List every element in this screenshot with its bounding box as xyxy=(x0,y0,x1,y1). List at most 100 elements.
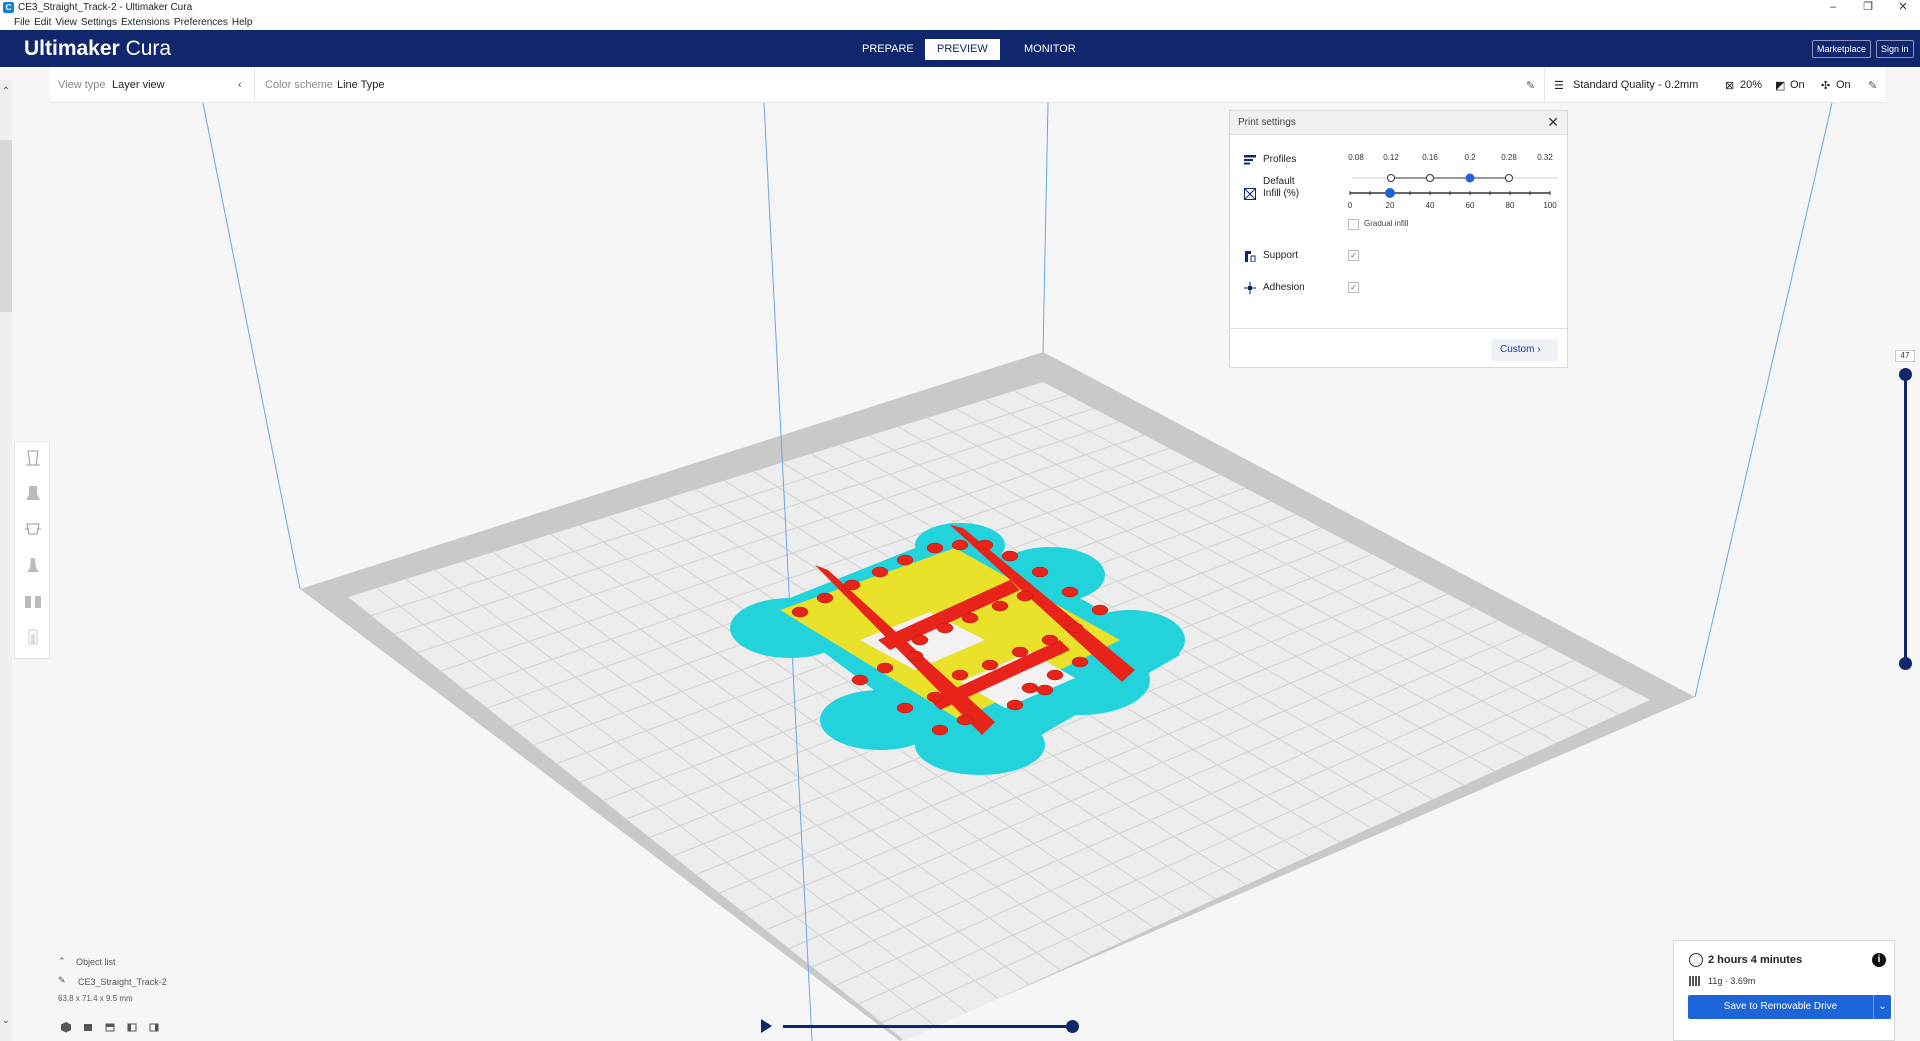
app-header: Ultimaker Cura PREPARE PREVIEW MONITOR M… xyxy=(0,30,1920,67)
view-3d-icon[interactable] xyxy=(60,1021,72,1033)
restore-button[interactable]: ❐ xyxy=(1853,0,1883,15)
save-to-removable-drive-button[interactable]: Save to Removable Drive xyxy=(1688,995,1873,1019)
close-window-button[interactable]: ✕ xyxy=(1888,0,1918,15)
simulation-handle[interactable] xyxy=(1066,1020,1079,1033)
minimize-button[interactable]: – xyxy=(1818,0,1848,15)
infill-value[interactable]: 20% xyxy=(1740,79,1762,91)
view-type-dropdown[interactable]: Layer view xyxy=(112,79,165,91)
model-bolt xyxy=(991,600,1009,612)
print-time: 2 hours 4 minutes xyxy=(1708,954,1803,966)
mirror-tool-icon[interactable] xyxy=(22,554,44,576)
support-icon xyxy=(1245,251,1256,262)
left-scrollbar[interactable]: ⌃ ⌄ xyxy=(0,80,12,1041)
model-bolt xyxy=(951,539,969,551)
object-list-header[interactable]: Object list xyxy=(76,957,116,967)
close-icon[interactable]: ✕ xyxy=(1547,114,1559,131)
clock-icon xyxy=(1689,953,1703,967)
print-settings-header: Print settings ✕ xyxy=(1230,111,1567,135)
adhesion-value[interactable]: On xyxy=(1836,79,1851,91)
color-scheme-label: Color scheme xyxy=(265,79,333,91)
support-blocker-icon[interactable] xyxy=(22,626,44,648)
view-front-icon[interactable] xyxy=(82,1021,94,1033)
settings-pencil-icon[interactable]: ✎ xyxy=(1868,79,1877,92)
profile-slider[interactable] xyxy=(1350,171,1560,185)
build-volume-edge xyxy=(1042,103,1049,353)
cura-app-icon: C xyxy=(3,2,14,13)
support-icon: ◩ xyxy=(1775,80,1786,92)
infill-slider[interactable] xyxy=(1348,186,1552,200)
layer-slider-top-handle[interactable] xyxy=(1899,368,1912,381)
view-bar: View type Layer view ‹ Color scheme Line… xyxy=(50,67,1885,103)
build-volume-edge xyxy=(1694,103,1833,698)
app-logo: Ultimaker Cura xyxy=(24,37,172,60)
quality-profile-label[interactable]: Standard Quality - 0.2mm xyxy=(1573,79,1698,91)
marketplace-button[interactable]: Marketplace xyxy=(1812,40,1872,58)
tab-monitor[interactable]: MONITOR xyxy=(1012,39,1088,60)
model-bolt xyxy=(906,650,924,662)
gradual-infill-checkbox[interactable] xyxy=(1348,219,1359,230)
model-bolt xyxy=(896,554,914,566)
layer-slider-bottom-handle[interactable] xyxy=(1899,657,1912,670)
model-bolt xyxy=(1001,550,1019,562)
menu-settings[interactable]: Settings xyxy=(81,17,117,28)
profile-tick-label: 0.16 xyxy=(1422,153,1438,162)
rotate-tool-icon[interactable] xyxy=(22,518,44,540)
edit-pencil-icon[interactable]: ✎ xyxy=(1526,79,1535,92)
profile-tick-label: 0.08 xyxy=(1348,153,1364,162)
scale-tool-icon[interactable] xyxy=(22,482,44,504)
menu-extensions[interactable]: Extensions xyxy=(121,17,170,28)
object-name[interactable]: CE3_Straight_Track-2 xyxy=(78,977,167,987)
model-bolt xyxy=(1016,590,1034,602)
gradual-infill-label: Gradual infill xyxy=(1364,219,1409,228)
infill-tick-label: 80 xyxy=(1505,201,1515,210)
tool-panel xyxy=(14,441,50,659)
output-panel: 2 hours 4 minutes i 11g · 3.69m Save to … xyxy=(1673,940,1895,1041)
model-bolt xyxy=(876,662,894,674)
sign-in-button[interactable]: Sign in xyxy=(1876,40,1914,58)
model-bolt xyxy=(911,634,929,646)
support-label: Support xyxy=(1263,250,1299,261)
layer-slider[interactable]: 47 xyxy=(1895,350,1915,670)
scroll-up-icon[interactable]: ⌃ xyxy=(0,86,12,97)
chevron-down-icon[interactable]: ⌄ xyxy=(1873,995,1891,1019)
menu-help[interactable]: Help xyxy=(232,17,253,28)
collapse-chevron-icon[interactable]: ‹ xyxy=(238,79,242,91)
tab-prepare[interactable]: PREPARE xyxy=(850,39,926,60)
support-value[interactable]: On xyxy=(1790,79,1805,91)
menu-preferences[interactable]: Preferences xyxy=(174,17,228,28)
info-icon[interactable]: i xyxy=(1872,953,1886,967)
chevron-right-icon: › xyxy=(1537,344,1541,355)
layer-number-label[interactable]: 47 xyxy=(1895,350,1915,362)
chevron-up-icon[interactable]: ⌃ xyxy=(58,956,66,967)
move-tool-icon[interactable] xyxy=(22,447,44,469)
support-checkbox[interactable]: ✓ xyxy=(1348,250,1359,261)
infill-tick-label: 0 xyxy=(1347,201,1353,210)
custom-settings-button[interactable]: Custom › xyxy=(1491,339,1558,361)
adhesion-checkbox[interactable]: ✓ xyxy=(1348,282,1359,293)
menu-view[interactable]: View xyxy=(55,17,77,28)
model-bolt xyxy=(791,606,809,618)
model-bolt xyxy=(926,691,944,703)
simulation-bar xyxy=(758,1015,1083,1037)
model-bolt xyxy=(1021,682,1039,694)
menu-edit[interactable]: Edit xyxy=(34,17,51,28)
view-right-icon[interactable] xyxy=(148,1021,160,1033)
scrollbar-thumb[interactable] xyxy=(0,140,12,312)
view-left-icon[interactable] xyxy=(126,1021,138,1033)
tab-preview[interactable]: PREVIEW xyxy=(925,39,1000,60)
play-icon[interactable] xyxy=(761,1019,772,1033)
model-bolt xyxy=(976,539,994,551)
simulation-track[interactable] xyxy=(783,1025,1073,1028)
menu-file[interactable]: File xyxy=(14,17,30,28)
model-bolt xyxy=(871,566,889,578)
scroll-down-icon[interactable]: ⌄ xyxy=(0,1015,12,1026)
per-model-settings-icon[interactable] xyxy=(22,590,44,612)
layer-slider-track[interactable] xyxy=(1904,374,1907,664)
view-top-icon[interactable] xyxy=(104,1021,116,1033)
color-scheme-dropdown[interactable]: Line Type xyxy=(337,79,385,91)
model-bolt xyxy=(956,714,974,726)
build-plate-scene[interactable] xyxy=(12,103,1920,1041)
material-spool-icon xyxy=(1689,976,1700,986)
3d-viewport[interactable] xyxy=(12,103,1920,1041)
model-bolt xyxy=(1061,586,1079,598)
